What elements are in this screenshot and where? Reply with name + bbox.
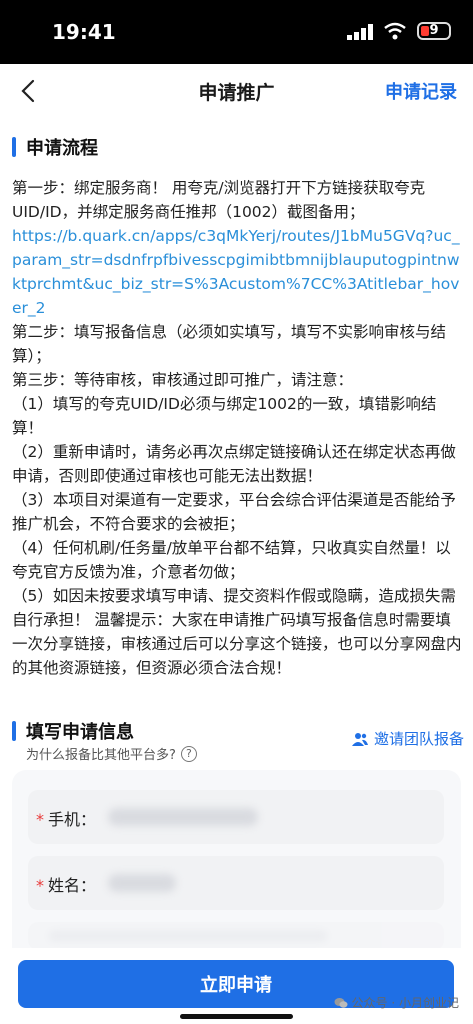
watermark: 公众号 · 小月创业记 [334, 994, 459, 1011]
form-card: * 手机： * 姓名： [12, 770, 461, 970]
flow-text: 第一步：绑定服务商！ 用夸克/浏览器打开下方链接获取夸克UID/ID，并绑定服务… [12, 176, 464, 680]
form-heading: 填写申请信息 [26, 722, 134, 743]
redacted-value [108, 808, 258, 826]
invite-team-label: 邀请团队报备 [373, 730, 464, 748]
wifi-icon [384, 22, 406, 40]
note-1: （1）填写的夸克UID/ID必须与绑定1002的一致，填错影响结算！ [12, 395, 437, 437]
name-field[interactable]: * 姓名： [28, 856, 444, 910]
why-more-fields-text: 为什么报备比其他平台多? [26, 748, 176, 763]
phone-label: 手机： [48, 810, 97, 829]
flow-heading: 申请流程 [26, 138, 98, 159]
nav-bar: 申请推广 申请记录 [0, 64, 473, 119]
quark-binding-link[interactable]: https://b.quark.cn/apps/c3qMkYerj/routes… [12, 224, 464, 320]
redacted-value [108, 874, 176, 892]
content-area: 申请流程 第一步：绑定服务商！ 用夸克/浏览器打开下方链接获取夸克UID/ID，… [0, 118, 473, 970]
status-bar: 19:41 9 [0, 0, 473, 64]
redacted-value [48, 930, 328, 942]
home-indicator [180, 1014, 293, 1019]
section-accent-bar [12, 137, 16, 157]
step-2: 第二步：填写报备信息（必须如实填写，填写不实影响审核与结算）； [12, 323, 447, 365]
invite-team-button[interactable]: 邀请团队报备 [351, 728, 464, 749]
required-marker: * [36, 876, 44, 895]
battery-level: 9 [429, 23, 439, 38]
note-4: （4）任何机刷/任务量/放单平台都不结算，只收真实自然量！以夸克官方反馈为准，介… [12, 539, 451, 581]
question-circle-icon[interactable]: ? [180, 745, 197, 762]
application-records-link[interactable]: 申请记录 [385, 78, 457, 104]
cellular-signal-icon [347, 24, 373, 40]
watermark-text: 公众号 · 小月创业记 [351, 996, 459, 1010]
step-3: 第三步：等待审核，审核通过即可推广，请注意： [12, 371, 354, 389]
name-label: 姓名： [48, 876, 97, 895]
why-more-fields-hint[interactable]: 为什么报备比其他平台多? ? [26, 744, 197, 763]
flow-section-header: 申请流程 [12, 134, 98, 160]
phone-field[interactable]: * 手机： [28, 790, 444, 844]
section-accent-bar [12, 721, 16, 741]
required-marker: * [36, 810, 44, 829]
note-3: （3）本项目对渠道有一定要求，平台会综合评估渠道是否能给予推广机会，不符合要求的… [12, 491, 456, 533]
wechat-icon [334, 997, 348, 1008]
team-users-icon [351, 732, 368, 746]
quark-uid-field[interactable] [28, 922, 444, 950]
status-time: 19:41 [52, 20, 116, 44]
note-5: （5）如因未按要求填写申请、提交资料作假或隐瞒，造成损失需自行承担！ 温馨提示：… [12, 587, 462, 677]
battery-icon: 9 [417, 22, 451, 40]
step-1: 第一步：绑定服务商！ 用夸克/浏览器打开下方链接获取夸克UID/ID，并绑定服务… [12, 179, 426, 221]
note-2: （2）重新申请时，请务必再次点绑定链接确认还在绑定状态再做申请，否则即使通过审核… [12, 443, 456, 485]
bottom-bar: 立即申请 公众号 · 小月创业记 [0, 948, 473, 1024]
